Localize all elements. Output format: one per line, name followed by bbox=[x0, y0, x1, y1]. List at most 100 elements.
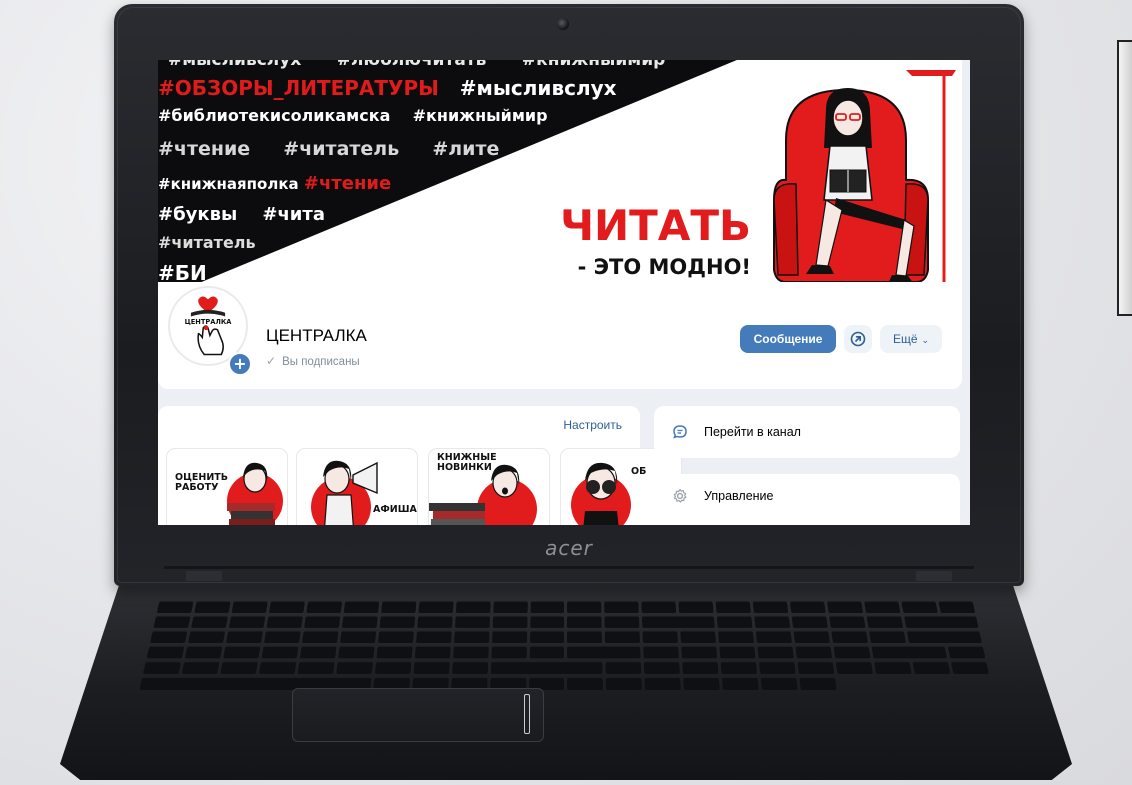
keyboard-key bbox=[223, 645, 261, 659]
message-button[interactable]: Сообщение bbox=[740, 325, 836, 353]
hashtag: #чтение bbox=[158, 138, 251, 160]
keyboard-key bbox=[301, 630, 339, 643]
keyboard bbox=[139, 601, 992, 690]
keyboard-key bbox=[303, 615, 341, 628]
keyboard-key bbox=[950, 661, 989, 674]
keyboard-key bbox=[490, 645, 527, 659]
keyboard-key bbox=[683, 676, 721, 690]
configure-link[interactable]: Настроить bbox=[563, 418, 622, 432]
keyboard-key bbox=[453, 630, 490, 643]
keyboard-key bbox=[720, 661, 758, 674]
hinge bbox=[164, 566, 974, 569]
keyboard-key bbox=[799, 676, 837, 690]
keyboard-key bbox=[869, 630, 907, 643]
headline-line-1: ЧИТАТЬ bbox=[560, 201, 751, 250]
chat-bubble-icon bbox=[673, 425, 687, 439]
more-button-label: Ещё bbox=[892, 332, 918, 346]
keyboard-key bbox=[835, 661, 874, 674]
hinge-right bbox=[916, 571, 952, 581]
keyboard-key bbox=[827, 601, 864, 614]
keyboard-key bbox=[717, 615, 753, 628]
channel-panel: Перейти в канал bbox=[654, 406, 960, 458]
keyboard-key bbox=[343, 601, 380, 614]
keyboard-key bbox=[754, 615, 791, 628]
keyboard-key bbox=[760, 676, 798, 690]
subscription-status[interactable]: ✓ Вы подписаны bbox=[266, 354, 360, 368]
hashtag: #мысливслух bbox=[459, 76, 617, 100]
keyboard-key bbox=[341, 615, 378, 628]
keyboard-key bbox=[790, 601, 826, 614]
keyboard-key bbox=[938, 601, 976, 614]
cover-headline: ЧИТАТЬ - ЭТО МОДНО! bbox=[546, 205, 751, 278]
keyboard-key bbox=[567, 630, 603, 643]
keyboard-key bbox=[644, 661, 681, 674]
keyboard-key bbox=[156, 601, 194, 614]
manage-link-label: Управление bbox=[704, 489, 774, 503]
keyboard-key bbox=[901, 601, 938, 614]
keyboard-key bbox=[906, 630, 982, 643]
keyboard-key bbox=[153, 615, 191, 628]
widget-tile[interactable]: КНИЖНЫЕ НОВИНКИ bbox=[428, 448, 550, 525]
more-button[interactable]: Ещё ⌄ bbox=[880, 325, 942, 353]
keyboard-key bbox=[146, 645, 185, 659]
keyboard-key bbox=[258, 661, 297, 674]
channel-link[interactable]: Перейти в канал bbox=[672, 424, 801, 440]
widget-tile[interactable]: АФИША bbox=[296, 448, 418, 525]
keyboard-key bbox=[263, 630, 301, 643]
keyboard-key bbox=[752, 601, 789, 614]
keyboard-key bbox=[793, 630, 831, 643]
keyboard-key bbox=[678, 601, 714, 614]
hashtag: #ОБЗОРЫ_ЛИТЕРАТУРЫ bbox=[158, 76, 439, 100]
keyboard-key bbox=[379, 615, 415, 628]
keyboard-key bbox=[567, 676, 604, 690]
keyboard-key bbox=[680, 630, 717, 643]
keyboard-key bbox=[376, 645, 413, 659]
keyboard-key bbox=[567, 645, 642, 659]
headline-line-2: - ЭТО МОДНО! bbox=[577, 255, 751, 279]
keyboard-key bbox=[642, 630, 679, 643]
keyboard-key bbox=[642, 615, 716, 628]
gear-icon bbox=[673, 488, 687, 503]
keyboard-key bbox=[413, 661, 450, 674]
community-name: ЦЕНТРАЛКА bbox=[266, 326, 367, 345]
keyboard-key bbox=[266, 615, 303, 628]
keyboard-key bbox=[225, 630, 263, 643]
hashtag: #чтение bbox=[303, 173, 392, 194]
share-button[interactable] bbox=[844, 325, 872, 353]
keyboard-key bbox=[874, 661, 912, 674]
keyboard-key bbox=[414, 645, 451, 659]
webcam-icon bbox=[557, 18, 569, 30]
keyboard-key bbox=[187, 630, 226, 643]
keyboard-key bbox=[492, 601, 528, 614]
keyboard-key bbox=[306, 601, 342, 614]
hinge-left bbox=[186, 571, 222, 581]
tile-label-line: РАБОТУ bbox=[175, 481, 219, 493]
keyboard-key bbox=[644, 676, 682, 690]
keyboard-key bbox=[194, 601, 231, 614]
arrow-circle-icon bbox=[850, 331, 866, 347]
reading-woman-armchair-illustration bbox=[773, 70, 956, 313]
keyboard-key bbox=[492, 615, 528, 628]
hashtag: #библиотекисоликамска bbox=[158, 106, 391, 125]
check-icon: ✓ bbox=[266, 354, 277, 368]
keyboard-key bbox=[682, 661, 719, 674]
keyboard-key bbox=[451, 661, 488, 674]
widget-tile[interactable]: ОЦЕНИТЬ РАБОТУ bbox=[166, 448, 288, 525]
keyboard-key bbox=[606, 676, 643, 690]
keyboard-key bbox=[795, 645, 833, 659]
keyboard-key bbox=[797, 661, 835, 674]
keyboard-key bbox=[261, 645, 299, 659]
keyboard-key bbox=[864, 601, 901, 614]
keyboard-key bbox=[947, 645, 986, 659]
keyboard-key bbox=[297, 661, 335, 674]
hashtag: #читатель bbox=[283, 138, 400, 160]
keyboard-key bbox=[759, 661, 797, 674]
tile-label-line: АФИША bbox=[373, 504, 417, 515]
avatar-add-icon[interactable]: + bbox=[228, 352, 252, 376]
chevron-down-icon: ⌄ bbox=[921, 335, 930, 345]
manage-link[interactable]: Управление bbox=[672, 488, 774, 504]
keyboard-key bbox=[833, 645, 871, 659]
touchpad-scroll-strip bbox=[524, 694, 530, 734]
avatar-label: ЦЕНТРАЛКА bbox=[185, 318, 233, 326]
keyboard-key bbox=[339, 630, 376, 643]
